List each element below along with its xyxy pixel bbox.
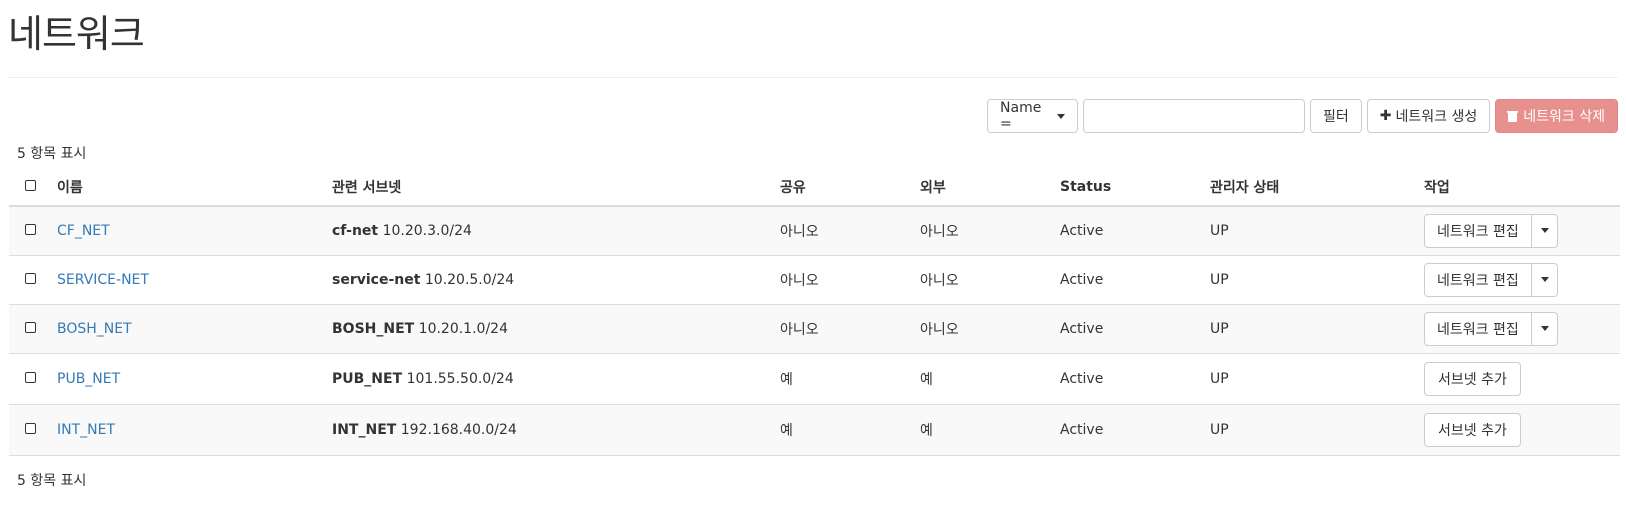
row-checkbox[interactable] <box>25 223 36 235</box>
shared-cell: 아니오 <box>772 206 912 256</box>
row-checkbox[interactable] <box>25 321 36 333</box>
subnet-name: cf-net <box>332 222 379 239</box>
external-cell: 예 <box>912 404 1052 456</box>
plus-icon: ✚ <box>1379 108 1392 124</box>
network-name-link[interactable]: CF_NET <box>57 223 110 239</box>
column-header-status[interactable]: Status <box>1052 168 1202 207</box>
edit-network-button[interactable]: 네트워크 편집 <box>1424 311 1532 346</box>
row-checkbox[interactable] <box>25 371 36 383</box>
select-all-checkbox[interactable] <box>25 179 36 191</box>
filter-field-dropdown[interactable]: Name = <box>987 99 1079 133</box>
external-cell: 예 <box>912 353 1052 405</box>
column-header-admin-state[interactable]: 관리자 상태 <box>1202 168 1416 207</box>
subnet-cidr: 10.20.3.0/24 <box>382 222 472 239</box>
admin-state-cell: UP <box>1202 206 1416 256</box>
caret-down-icon <box>1057 113 1066 119</box>
networks-table: 이름 관련 서브넷 공유 외부 Status 관리자 상태 작업 CF_NET … <box>9 168 1620 456</box>
subnet-cell: service-net 10.20.5.0/24 <box>324 255 772 305</box>
table-row: BOSH_NET BOSH_NET 10.20.1.0/24 아니오 아니오 A… <box>9 304 1620 354</box>
filter-button-label: 필터 <box>1323 109 1349 125</box>
table-row: CF_NET cf-net 10.20.3.0/24 아니오 아니오 Activ… <box>9 206 1620 256</box>
table-header-row: 이름 관련 서브넷 공유 외부 Status 관리자 상태 작업 <box>9 168 1620 207</box>
subnet-cidr: 10.20.5.0/24 <box>424 271 515 288</box>
subnet-name: PUB_NET <box>332 370 403 387</box>
add-subnet-button[interactable]: 서브넷 추가 <box>1424 361 1521 396</box>
create-network-label: 네트워크 생성 <box>1395 109 1478 125</box>
shared-cell: 아니오 <box>772 304 912 354</box>
subnet-name: service-net <box>332 271 421 288</box>
admin-state-cell: UP <box>1202 255 1416 305</box>
row-actions-group: 네트워크 편집 <box>1424 311 1558 346</box>
more-actions-toggle[interactable] <box>1531 311 1558 346</box>
row-checkbox[interactable] <box>25 272 36 284</box>
filter-input[interactable] <box>1083 99 1306 133</box>
column-header-shared[interactable]: 공유 <box>772 168 912 207</box>
subnet-cidr: 10.20.1.0/24 <box>418 320 508 337</box>
trash-icon <box>1507 110 1519 122</box>
page-title: 네트워크 <box>8 12 145 56</box>
admin-state-cell: UP <box>1202 353 1416 405</box>
subnet-cell: PUB_NET 101.55.50.0/24 <box>324 353 772 405</box>
row-actions-group: 네트워크 편집 <box>1424 213 1558 248</box>
status-cell: Active <box>1052 304 1202 354</box>
network-name-link[interactable]: INT_NET <box>57 422 115 438</box>
caret-down-icon <box>1541 277 1550 282</box>
shared-cell: 아니오 <box>772 255 912 305</box>
column-header-subnets[interactable]: 관련 서브넷 <box>324 168 772 207</box>
delete-networks-label: 네트워크 삭제 <box>1523 109 1605 125</box>
more-actions-toggle[interactable] <box>1531 213 1558 248</box>
delete-networks-button[interactable]: 네트워크 삭제 <box>1495 99 1618 133</box>
item-count-bottom: 5 항목 표시 <box>17 473 87 489</box>
caret-down-icon <box>1541 326 1550 331</box>
subnet-name: BOSH_NET <box>332 320 415 337</box>
admin-state-cell: UP <box>1202 404 1416 456</box>
subnet-cell: cf-net 10.20.3.0/24 <box>324 206 772 256</box>
item-count-top: 5 항목 표시 <box>17 146 87 162</box>
select-all-cell <box>9 168 49 207</box>
status-cell: Active <box>1052 404 1202 456</box>
network-name-link[interactable]: SERVICE-NET <box>57 272 149 288</box>
subnet-cell: BOSH_NET 10.20.1.0/24 <box>324 304 772 354</box>
more-actions-toggle[interactable] <box>1531 262 1558 297</box>
subnet-name: INT_NET <box>332 421 397 438</box>
status-cell: Active <box>1052 206 1202 256</box>
external-cell: 아니오 <box>912 255 1052 305</box>
network-name-link[interactable]: BOSH_NET <box>57 321 132 337</box>
status-cell: Active <box>1052 353 1202 405</box>
shared-cell: 예 <box>772 353 912 405</box>
column-header-external[interactable]: 외부 <box>912 168 1052 207</box>
column-header-actions: 작업 <box>1416 168 1620 207</box>
add-subnet-button[interactable]: 서브넷 추가 <box>1424 412 1521 447</box>
shared-cell: 예 <box>772 404 912 456</box>
external-cell: 아니오 <box>912 206 1052 256</box>
filter-button[interactable]: 필터 <box>1310 99 1362 133</box>
row-actions-group: 네트워크 편집 <box>1424 262 1558 297</box>
network-name-link[interactable]: PUB_NET <box>57 371 120 387</box>
admin-state-cell: UP <box>1202 304 1416 354</box>
subnet-cell: INT_NET 192.168.40.0/24 <box>324 404 772 456</box>
column-header-name[interactable]: 이름 <box>49 168 324 207</box>
status-cell: Active <box>1052 255 1202 305</box>
create-network-button[interactable]: ✚ 네트워크 생성 <box>1366 99 1491 133</box>
table-row: PUB_NET PUB_NET 101.55.50.0/24 예 예 Activ… <box>9 353 1620 405</box>
row-checkbox[interactable] <box>25 422 36 434</box>
caret-down-icon <box>1541 228 1550 234</box>
table-row: INT_NET INT_NET 192.168.40.0/24 예 예 Acti… <box>9 404 1620 456</box>
page-header: 네트워크 <box>8 0 1618 78</box>
table-toolbar: Name = 필터 ✚ 네트워크 생성 네트워크 삭제 <box>987 99 1618 133</box>
edit-network-button[interactable]: 네트워크 편집 <box>1424 213 1532 248</box>
networks-page: 네트워크 Name = 필터 ✚ 네트워크 생성 네트워크 삭제 5 항목 표시 <box>0 0 1626 519</box>
filter-field-label: Name = <box>1000 100 1042 132</box>
edit-network-button[interactable]: 네트워크 편집 <box>1424 262 1532 297</box>
table-row: SERVICE-NET service-net 10.20.5.0/24 아니오… <box>9 255 1620 305</box>
subnet-cidr: 192.168.40.0/24 <box>400 421 517 438</box>
subnet-cidr: 101.55.50.0/24 <box>406 370 514 387</box>
external-cell: 아니오 <box>912 304 1052 354</box>
